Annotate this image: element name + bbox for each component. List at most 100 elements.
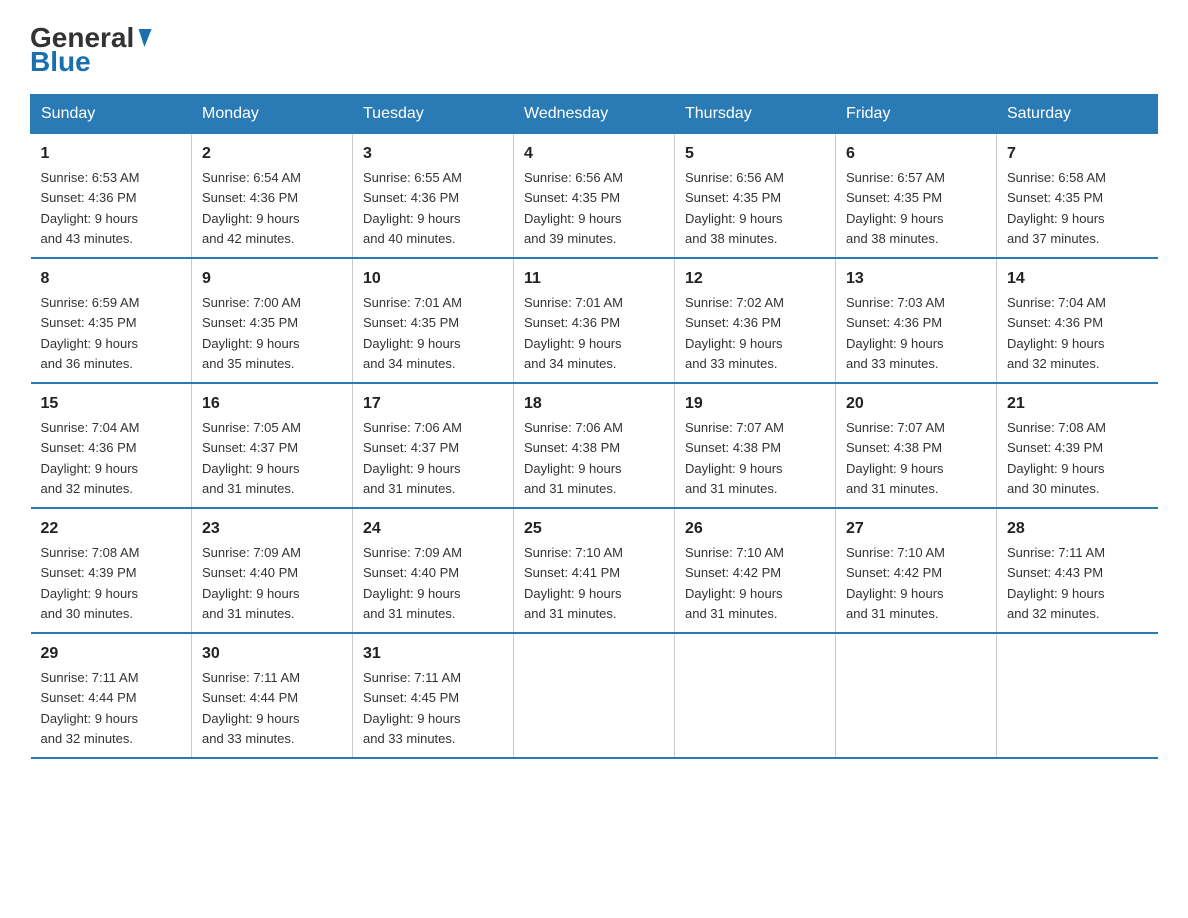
day-number: 14 (1007, 267, 1148, 291)
day-number: 30 (202, 642, 342, 666)
day-number: 28 (1007, 517, 1148, 541)
cell-info: Sunrise: 7:11 AMSunset: 4:45 PMDaylight:… (363, 670, 461, 746)
day-number: 22 (41, 517, 182, 541)
cell-info: Sunrise: 6:54 AMSunset: 4:36 PMDaylight:… (202, 170, 301, 246)
calendar-header: SundayMondayTuesdayWednesdayThursdayFrid… (31, 95, 1158, 134)
cell-info: Sunrise: 6:57 AMSunset: 4:35 PMDaylight:… (846, 170, 945, 246)
cell-info: Sunrise: 7:04 AMSunset: 4:36 PMDaylight:… (1007, 295, 1106, 371)
day-number: 8 (41, 267, 182, 291)
cell-info: Sunrise: 7:04 AMSunset: 4:36 PMDaylight:… (41, 420, 140, 496)
calendar-cell: 11 Sunrise: 7:01 AMSunset: 4:36 PMDayligh… (514, 258, 675, 383)
logo-text-blue: Blue (30, 48, 91, 76)
day-number: 7 (1007, 142, 1148, 166)
cell-info: Sunrise: 7:03 AMSunset: 4:36 PMDaylight:… (846, 295, 945, 371)
day-number: 17 (363, 392, 503, 416)
calendar-cell (675, 633, 836, 758)
cell-info: Sunrise: 7:08 AMSunset: 4:39 PMDaylight:… (1007, 420, 1106, 496)
calendar-cell: 5 Sunrise: 6:56 AMSunset: 4:35 PMDaylight… (675, 134, 836, 259)
day-number: 21 (1007, 392, 1148, 416)
cell-info: Sunrise: 7:10 AMSunset: 4:42 PMDaylight:… (846, 545, 945, 621)
col-header-wednesday: Wednesday (514, 95, 675, 134)
cell-info: Sunrise: 7:09 AMSunset: 4:40 PMDaylight:… (202, 545, 301, 621)
day-number: 29 (41, 642, 182, 666)
day-number: 24 (363, 517, 503, 541)
day-number: 6 (846, 142, 986, 166)
cell-info: Sunrise: 7:11 AMSunset: 4:44 PMDaylight:… (202, 670, 300, 746)
calendar-cell: 9 Sunrise: 7:00 AMSunset: 4:35 PMDaylight… (192, 258, 353, 383)
calendar-cell: 20 Sunrise: 7:07 AMSunset: 4:38 PMDayligh… (836, 383, 997, 508)
day-number: 26 (685, 517, 825, 541)
cell-info: Sunrise: 7:05 AMSunset: 4:37 PMDaylight:… (202, 420, 301, 496)
col-header-thursday: Thursday (675, 95, 836, 134)
calendar-cell: 8 Sunrise: 6:59 AMSunset: 4:35 PMDaylight… (31, 258, 192, 383)
col-header-tuesday: Tuesday (353, 95, 514, 134)
cell-info: Sunrise: 7:02 AMSunset: 4:36 PMDaylight:… (685, 295, 784, 371)
col-header-sunday: Sunday (31, 95, 192, 134)
calendar-cell: 26 Sunrise: 7:10 AMSunset: 4:42 PMDayligh… (675, 508, 836, 633)
day-number: 16 (202, 392, 342, 416)
calendar-cell: 30 Sunrise: 7:11 AMSunset: 4:44 PMDayligh… (192, 633, 353, 758)
calendar-week-row: 22 Sunrise: 7:08 AMSunset: 4:39 PMDayligh… (31, 508, 1158, 633)
page-header: General Blue (30, 24, 1158, 76)
calendar-week-row: 29 Sunrise: 7:11 AMSunset: 4:44 PMDayligh… (31, 633, 1158, 758)
cell-info: Sunrise: 7:06 AMSunset: 4:37 PMDaylight:… (363, 420, 462, 496)
cell-info: Sunrise: 7:01 AMSunset: 4:35 PMDaylight:… (363, 295, 462, 371)
calendar-cell: 21 Sunrise: 7:08 AMSunset: 4:39 PMDayligh… (997, 383, 1158, 508)
calendar-cell: 29 Sunrise: 7:11 AMSunset: 4:44 PMDayligh… (31, 633, 192, 758)
day-number: 19 (685, 392, 825, 416)
calendar-cell: 3 Sunrise: 6:55 AMSunset: 4:36 PMDaylight… (353, 134, 514, 259)
day-number: 5 (685, 142, 825, 166)
day-number: 3 (363, 142, 503, 166)
cell-info: Sunrise: 6:55 AMSunset: 4:36 PMDaylight:… (363, 170, 462, 246)
day-number: 15 (41, 392, 182, 416)
cell-info: Sunrise: 7:08 AMSunset: 4:39 PMDaylight:… (41, 545, 140, 621)
col-header-monday: Monday (192, 95, 353, 134)
day-number: 11 (524, 267, 664, 291)
day-number: 12 (685, 267, 825, 291)
cell-info: Sunrise: 7:07 AMSunset: 4:38 PMDaylight:… (685, 420, 784, 496)
calendar-cell: 28 Sunrise: 7:11 AMSunset: 4:43 PMDayligh… (997, 508, 1158, 633)
calendar-cell: 22 Sunrise: 7:08 AMSunset: 4:39 PMDayligh… (31, 508, 192, 633)
day-number: 9 (202, 267, 342, 291)
calendar-cell: 1Sunrise: 6:53 AMSunset: 4:36 PMDaylight… (31, 134, 192, 259)
cell-info: Sunrise: 7:09 AMSunset: 4:40 PMDaylight:… (363, 545, 462, 621)
cell-info: Sunrise: 6:56 AMSunset: 4:35 PMDaylight:… (685, 170, 784, 246)
calendar-cell: 25Sunrise: 7:10 AMSunset: 4:41 PMDayligh… (514, 508, 675, 633)
calendar-cell: 27 Sunrise: 7:10 AMSunset: 4:42 PMDayligh… (836, 508, 997, 633)
cell-info: Sunrise: 7:06 AMSunset: 4:38 PMDaylight:… (524, 420, 623, 496)
cell-info: Sunrise: 6:53 AMSunset: 4:36 PMDaylight:… (41, 170, 140, 246)
calendar-cell: 24 Sunrise: 7:09 AMSunset: 4:40 PMDayligh… (353, 508, 514, 633)
calendar-cell: 6 Sunrise: 6:57 AMSunset: 4:35 PMDaylight… (836, 134, 997, 259)
calendar-cell: 14 Sunrise: 7:04 AMSunset: 4:36 PMDayligh… (997, 258, 1158, 383)
calendar-cell: 7Sunrise: 6:58 AMSunset: 4:35 PMDaylight… (997, 134, 1158, 259)
calendar-cell: 10 Sunrise: 7:01 AMSunset: 4:35 PMDayligh… (353, 258, 514, 383)
calendar-week-row: 8 Sunrise: 6:59 AMSunset: 4:35 PMDaylight… (31, 258, 1158, 383)
col-header-saturday: Saturday (997, 95, 1158, 134)
day-number: 20 (846, 392, 986, 416)
cell-info: Sunrise: 7:00 AMSunset: 4:35 PMDaylight:… (202, 295, 301, 371)
cell-info: Sunrise: 6:56 AMSunset: 4:35 PMDaylight:… (524, 170, 623, 246)
cell-info: Sunrise: 7:01 AMSunset: 4:36 PMDaylight:… (524, 295, 623, 371)
calendar-table: SundayMondayTuesdayWednesdayThursdayFrid… (30, 94, 1158, 759)
cell-info: Sunrise: 6:59 AMSunset: 4:35 PMDaylight:… (41, 295, 140, 371)
calendar-cell (997, 633, 1158, 758)
day-number: 10 (363, 267, 503, 291)
calendar-cell: 31Sunrise: 7:11 AMSunset: 4:45 PMDayligh… (353, 633, 514, 758)
day-number: 4 (524, 142, 664, 166)
calendar-cell: 12 Sunrise: 7:02 AMSunset: 4:36 PMDayligh… (675, 258, 836, 383)
logo: General Blue (30, 24, 150, 76)
day-number: 27 (846, 517, 986, 541)
cell-info: Sunrise: 7:10 AMSunset: 4:42 PMDaylight:… (685, 545, 784, 621)
calendar-cell: 2Sunrise: 6:54 AMSunset: 4:36 PMDaylight… (192, 134, 353, 259)
calendar-cell (836, 633, 997, 758)
calendar-cell (514, 633, 675, 758)
cell-info: Sunrise: 7:11 AMSunset: 4:43 PMDaylight:… (1007, 545, 1105, 621)
calendar-cell: 4 Sunrise: 6:56 AMSunset: 4:35 PMDaylight… (514, 134, 675, 259)
calendar-week-row: 15 Sunrise: 7:04 AMSunset: 4:36 PMDayligh… (31, 383, 1158, 508)
cell-info: Sunrise: 7:07 AMSunset: 4:38 PMDaylight:… (846, 420, 945, 496)
cell-info: Sunrise: 7:11 AMSunset: 4:44 PMDaylight:… (41, 670, 139, 746)
calendar-cell: 23Sunrise: 7:09 AMSunset: 4:40 PMDayligh… (192, 508, 353, 633)
day-number: 13 (846, 267, 986, 291)
calendar-cell: 17 Sunrise: 7:06 AMSunset: 4:37 PMDayligh… (353, 383, 514, 508)
calendar-cell: 13 Sunrise: 7:03 AMSunset: 4:36 PMDayligh… (836, 258, 997, 383)
